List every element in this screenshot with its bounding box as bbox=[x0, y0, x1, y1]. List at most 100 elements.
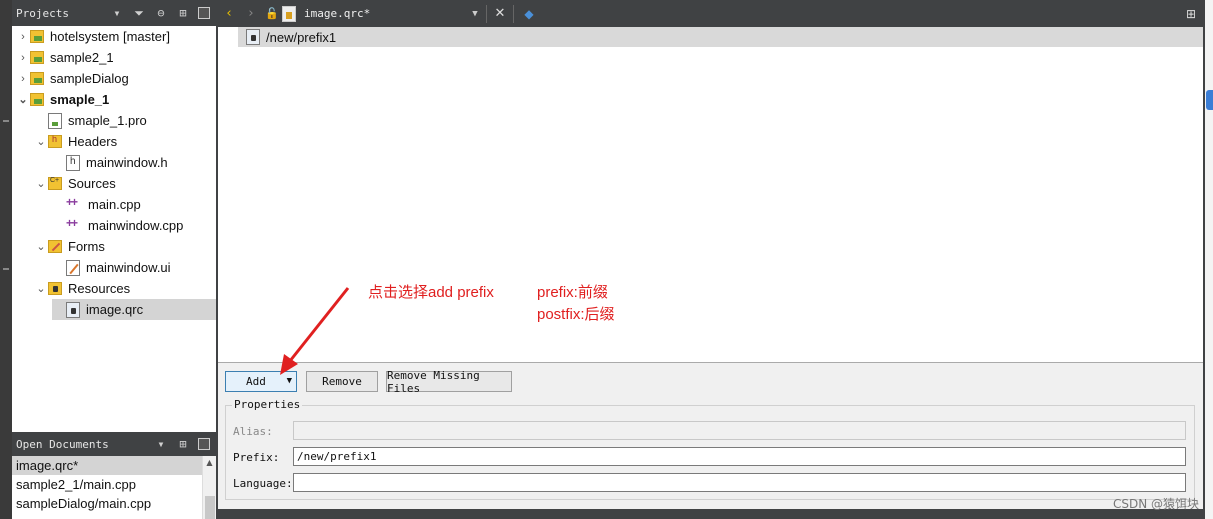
prefix-icon bbox=[246, 29, 260, 45]
edge-line bbox=[1203, 0, 1205, 519]
header-file-icon bbox=[66, 154, 80, 171]
projects-header: Projects ▾ ⏷ ⊖ ⊞ bbox=[12, 0, 216, 26]
expand-arrow-icon[interactable]: › bbox=[16, 52, 30, 64]
language-label: Language: bbox=[233, 477, 293, 490]
watermark: CSDN @猿饵块 bbox=[1112, 497, 1199, 511]
tree-item[interactable]: ⌄ Resources bbox=[34, 278, 216, 299]
expand-arrow-icon[interactable]: ⌄ bbox=[34, 177, 48, 190]
tree-item-label: Sources bbox=[68, 176, 116, 191]
tree-item-label: smaple_1.pro bbox=[68, 113, 147, 128]
open-document-item[interactable]: sampleDialog/main.cpp bbox=[12, 494, 202, 513]
tree-item-label: mainwindow.h bbox=[86, 155, 168, 170]
sources-folder-icon bbox=[48, 177, 62, 190]
properties-title: Properties bbox=[232, 398, 303, 411]
tree-item[interactable]: main.cpp bbox=[52, 194, 216, 215]
expand-arrow-icon[interactable]: ⌄ bbox=[16, 93, 30, 106]
open-documents-list: image.qrc* sample2_1/main.cpp sampleDialog… bbox=[12, 456, 216, 513]
tree-item[interactable]: mainwindow.h bbox=[52, 152, 216, 173]
split-icon[interactable]: ⊞ bbox=[1179, 7, 1203, 21]
link-icon[interactable]: ⊖ bbox=[150, 6, 172, 20]
annotation-instruction: 点击选择add prefix bbox=[368, 284, 494, 301]
tree-item[interactable]: image.qrc bbox=[52, 299, 216, 320]
tree-item[interactable]: ⌄ smaple_1 bbox=[16, 89, 216, 110]
current-file-name: image.qrc* bbox=[304, 7, 371, 20]
resource-prefix-item[interactable]: /new/prefix1 bbox=[238, 27, 1203, 47]
editor-toolbar: ‹ › 🔓 image.qrc* ▼ ✕ ◆ ⊞ bbox=[218, 0, 1203, 27]
projects-title: Projects bbox=[16, 6, 69, 20]
ui-file-icon bbox=[66, 259, 80, 276]
close-pane-icon[interactable] bbox=[198, 438, 210, 450]
expand-arrow-icon[interactable]: › bbox=[16, 73, 30, 85]
tree-item[interactable]: mainwindow.ui bbox=[52, 257, 216, 278]
tree-item-label: main.cpp bbox=[88, 197, 141, 212]
qt-folder-icon bbox=[30, 93, 44, 106]
strip-marker bbox=[3, 268, 9, 270]
chevron-down-icon[interactable]: ▾ bbox=[150, 437, 172, 451]
expand-arrow-icon[interactable]: › bbox=[16, 31, 30, 43]
close-pane-icon[interactable] bbox=[198, 7, 210, 19]
expand-arrow-icon[interactable]: ⌄ bbox=[34, 240, 48, 253]
annotation-prefix-note: prefix:前缀 bbox=[537, 284, 608, 301]
strip-marker bbox=[3, 120, 9, 122]
file-selector[interactable]: image.qrc* ▼ bbox=[282, 3, 482, 24]
projects-pane: Projects ▾ ⏷ ⊖ ⊞ › hotelsystem [master] › s… bbox=[12, 0, 216, 432]
back-arrow-icon[interactable]: ‹ bbox=[218, 6, 240, 21]
prefix-field[interactable]: /new/prefix1 bbox=[293, 447, 1186, 466]
qt-folder-icon bbox=[30, 72, 44, 85]
tree-item-label: Forms bbox=[68, 239, 105, 254]
annotation-arrow bbox=[280, 287, 350, 375]
open-documents-pane: Open Documents ▾ ⊞ image.qrc* sample2_1/m… bbox=[12, 432, 216, 519]
chevron-down-icon[interactable]: ▾ bbox=[106, 6, 128, 20]
alias-label: Alias: bbox=[233, 425, 273, 438]
bottom-status-strip bbox=[218, 509, 1203, 519]
tree-item-label: Resources bbox=[68, 281, 131, 296]
scroll-thumb[interactable] bbox=[205, 496, 215, 519]
tree-item[interactable]: ⌄ Headers bbox=[34, 131, 216, 152]
expand-arrow-icon[interactable]: ⌄ bbox=[34, 135, 48, 148]
close-icon[interactable]: ✕ bbox=[491, 6, 509, 21]
side-tab-indicator[interactable] bbox=[1206, 90, 1213, 110]
add-button-label: Add bbox=[246, 375, 266, 388]
project-tree: › hotelsystem [master] › sample2_1 › sampleDi… bbox=[12, 26, 216, 432]
tree-item[interactable]: smaple_1.pro bbox=[34, 110, 216, 131]
tree-item-label: mainwindow.ui bbox=[86, 260, 171, 275]
resource-tree: /new/prefix1 bbox=[218, 27, 1203, 362]
tree-item-label: sample2_1 bbox=[50, 50, 114, 65]
lock-icon[interactable]: 🔓 bbox=[262, 7, 282, 20]
tree-item-label: Headers bbox=[68, 134, 118, 149]
tree-item-label: sampleDialog bbox=[50, 71, 129, 86]
left-mode-strip bbox=[0, 0, 12, 519]
tree-item[interactable]: ⌄ Sources bbox=[34, 173, 216, 194]
qt-folder-icon bbox=[30, 51, 44, 64]
filter-icon[interactable]: ⏷ bbox=[128, 6, 150, 21]
qrc-file-icon bbox=[282, 5, 296, 22]
tree-item[interactable]: › sampleDialog bbox=[16, 68, 216, 89]
chevron-down-icon[interactable]: ▼ bbox=[468, 9, 482, 19]
open-documents-scrollbar[interactable]: ▲ bbox=[202, 456, 216, 519]
tree-item-label: image.qrc bbox=[86, 302, 144, 317]
tree-item[interactable]: › sample2_1 bbox=[16, 47, 216, 68]
open-document-item[interactable]: sample2_1/main.cpp bbox=[12, 475, 202, 494]
cpp-file-icon bbox=[66, 195, 82, 213]
tree-item-label: smaple_1 bbox=[50, 92, 110, 107]
open-documents-title: Open Documents bbox=[16, 437, 109, 451]
resources-folder-icon bbox=[48, 282, 62, 295]
right-edge-strip bbox=[1203, 0, 1213, 519]
pro-file-icon bbox=[48, 112, 62, 129]
tree-item[interactable]: ⌄ Forms bbox=[34, 236, 216, 257]
scroll-up-icon[interactable]: ▲ bbox=[203, 456, 216, 470]
tree-item[interactable]: › hotelsystem [master] bbox=[16, 26, 216, 47]
split-icon[interactable]: ⊞ bbox=[172, 6, 194, 20]
tree-item[interactable]: mainwindow.cpp bbox=[52, 215, 216, 236]
resource-prefix-label: /new/prefix1 bbox=[266, 29, 337, 45]
external-editor-icon[interactable]: ◆ bbox=[518, 7, 540, 21]
remove-missing-files-button[interactable]: Remove Missing Files bbox=[386, 369, 512, 395]
expand-arrow-icon[interactable]: ⌄ bbox=[34, 282, 48, 295]
qrc-file-icon bbox=[66, 301, 80, 318]
forward-arrow-icon[interactable]: › bbox=[240, 6, 262, 21]
split-icon[interactable]: ⊞ bbox=[172, 437, 194, 451]
prefix-label: Prefix: bbox=[233, 451, 280, 464]
open-document-item[interactable]: image.qrc* bbox=[12, 456, 202, 475]
annotation-postfix-note: postfix:后缀 bbox=[537, 306, 615, 323]
language-field[interactable] bbox=[293, 473, 1186, 492]
